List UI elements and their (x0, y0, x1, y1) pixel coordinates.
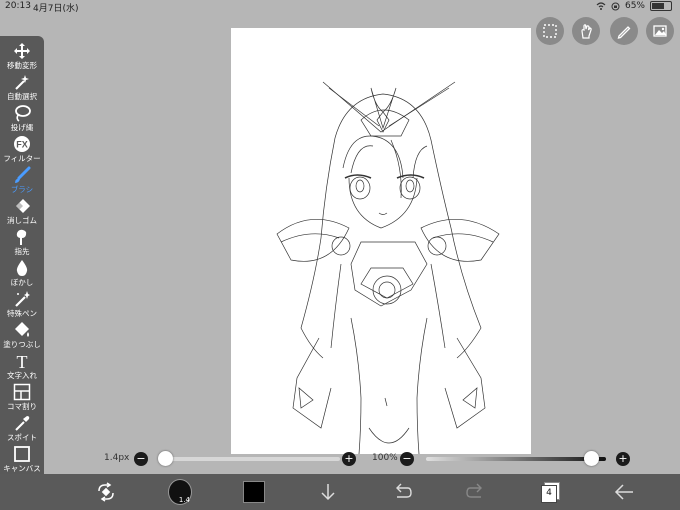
brush-eraser-swap-button[interactable] (94, 480, 118, 504)
move-icon (14, 43, 30, 59)
tool-label: 消しゴム (7, 216, 37, 225)
svg-text:FX: FX (16, 140, 28, 150)
wifi-icon (596, 2, 606, 10)
bottom-toolbar: 1.4 4 (0, 474, 680, 510)
hand-icon (581, 24, 592, 39)
special-pen-icon (15, 291, 30, 307)
tool-blur[interactable]: ぼかし (0, 256, 44, 287)
fx-icon: FX (14, 136, 30, 152)
tool-label: ぼかし (10, 278, 34, 287)
opacity-plus-button[interactable]: + (616, 452, 630, 466)
tool-eraser[interactable]: 消しゴム (0, 194, 44, 225)
slider-bar: 1.4px − + 100% − + (0, 450, 680, 470)
finger-icon (16, 229, 27, 245)
tool-label: 指先 (14, 247, 30, 256)
tool-label: スポイト (7, 433, 37, 442)
tool-lasso[interactable]: 投げ縄 (0, 101, 44, 132)
opacity-label: 100% (372, 453, 398, 463)
save-download-button[interactable] (316, 480, 340, 504)
tool-text[interactable]: T 文字入れ (0, 349, 44, 380)
brush-preview-button[interactable]: 1.4 (168, 479, 192, 505)
tool-label: 自動選択 (7, 92, 37, 101)
layer-count: 4 (541, 485, 557, 503)
tool-auto-select[interactable]: 自動選択 (0, 70, 44, 101)
lasso-icon (15, 105, 31, 122)
blur-drop-icon (16, 260, 28, 276)
brush-icon (15, 166, 31, 183)
back-arrow-icon (614, 484, 633, 500)
drawing-canvas[interactable] (231, 28, 531, 454)
status-date: 4月7日(水) (33, 4, 79, 14)
battery-icon (650, 1, 672, 11)
color-button[interactable] (242, 480, 266, 504)
brush-size-minus-button[interactable]: − (134, 452, 148, 466)
layers-button[interactable]: 4 (538, 480, 562, 504)
tool-label: フィルター (3, 154, 41, 163)
status-bar: 20:13 4月7日(水) 65% (0, 0, 680, 14)
brush-size-label: 1.4px (104, 453, 130, 463)
selection-button[interactable] (536, 17, 564, 45)
magic-wand-icon (15, 75, 29, 90)
tool-fill[interactable]: 塗りつぶし (0, 318, 44, 349)
swap-icon (98, 482, 114, 502)
selection-icon (543, 24, 557, 38)
tool-filter[interactable]: FX フィルター (0, 132, 44, 163)
back-button[interactable] (612, 480, 636, 504)
opacity-minus-button[interactable]: − (400, 452, 414, 466)
layers-icon: 4 (541, 482, 560, 503)
redo-icon (466, 483, 482, 498)
undo-button[interactable] (390, 480, 414, 504)
fill-bucket-icon (15, 322, 29, 337)
orientation-lock-icon (611, 2, 620, 10)
tool-label: 移動変形 (7, 61, 37, 70)
pencil-icon (617, 26, 631, 39)
svg-text:T: T (17, 352, 28, 370)
status-time: 20:13 (5, 1, 31, 11)
material-button[interactable] (646, 17, 674, 45)
battery-percent: 65% (624, 1, 645, 11)
brush-size-plus-button[interactable]: + (342, 452, 356, 466)
undo-icon (396, 483, 412, 498)
current-color-swatch (243, 481, 265, 503)
eyedropper-icon (15, 416, 30, 431)
tool-label: 投げ縄 (10, 123, 34, 132)
frame-divide-icon (13, 383, 31, 401)
tool-palette: 移動変形 自動選択 投げ縄 FX フィルター ブラシ 消しゴム 指先 ぼかし 特… (0, 36, 44, 488)
tool-eyedropper[interactable]: スポイト (0, 411, 44, 442)
image-icon (653, 25, 667, 37)
opacity-slider[interactable] (426, 457, 606, 461)
tool-special-pen[interactable]: 特殊ペン (0, 287, 44, 318)
brush-size-slider-knob[interactable] (158, 451, 173, 466)
redo-button[interactable] (464, 480, 488, 504)
brush-preview-size: 1.4 (178, 496, 190, 504)
text-icon: T (17, 352, 28, 370)
tool-brush[interactable]: ブラシ (0, 163, 44, 194)
tool-label: コマ割り (7, 402, 37, 411)
hand-tool-button[interactable] (572, 17, 600, 45)
tool-frame-divide[interactable]: コマ割り (0, 380, 44, 411)
brush-size-slider[interactable] (160, 457, 340, 461)
tool-finger[interactable]: 指先 (0, 225, 44, 256)
brush-preview-icon: 1.4 (168, 479, 192, 505)
line-art (276, 81, 500, 454)
pen-ruler-button[interactable] (610, 17, 638, 45)
eraser-icon (16, 199, 30, 213)
tool-label: 塗りつぶし (3, 340, 41, 349)
opacity-slider-knob[interactable] (584, 451, 599, 466)
tool-label: ブラシ (10, 185, 34, 194)
tool-move-transform[interactable]: 移動変形 (0, 39, 44, 70)
tool-label: 文字入れ (7, 371, 37, 380)
down-arrow-icon (321, 484, 335, 501)
tool-label: 特殊ペン (7, 309, 37, 318)
